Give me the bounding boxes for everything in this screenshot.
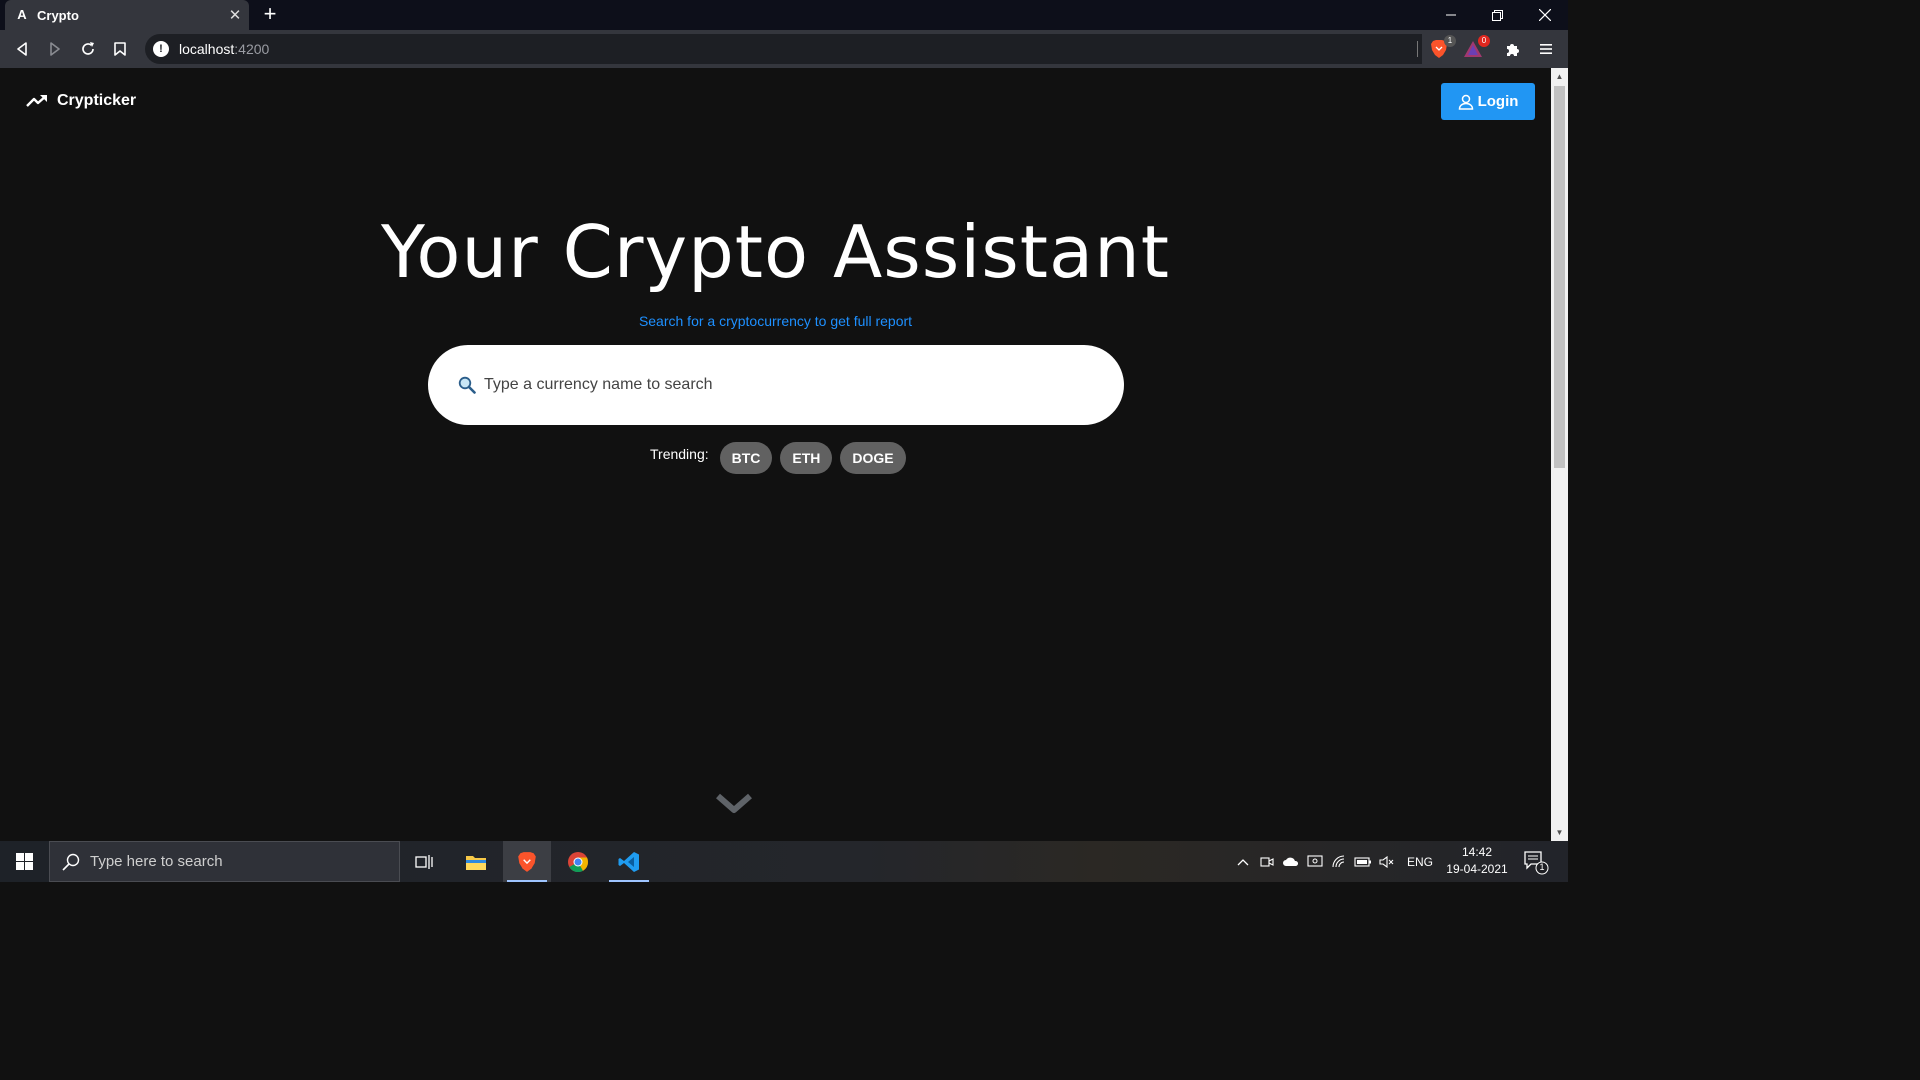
file-explorer-button[interactable] xyxy=(452,841,500,882)
rewards-badge: 0 xyxy=(1478,35,1490,47)
tray-chevron-up-icon[interactable] xyxy=(1231,858,1255,866)
scroll-down-arrow-icon[interactable]: ▼ xyxy=(1555,828,1564,837)
windows-taskbar: Type here to search ENG 14:42 19-04-2021… xyxy=(0,841,1568,882)
browser-tab-strip: A Crypto ✕ + xyxy=(0,0,1568,30)
onedrive-cloud-icon[interactable] xyxy=(1279,856,1303,867)
hamburger-menu-icon xyxy=(1540,44,1552,54)
folder-icon xyxy=(466,855,486,870)
task-view-icon xyxy=(415,854,433,869)
address-bar-divider xyxy=(1417,41,1418,57)
bookmark-button[interactable] xyxy=(108,37,132,61)
brave-lion-icon xyxy=(518,851,536,872)
scrollbar-thumb[interactable] xyxy=(1554,86,1565,468)
minimize-button[interactable] xyxy=(1427,0,1474,30)
magnifier-icon xyxy=(458,376,476,394)
action-center-button[interactable]: 1 xyxy=(1523,849,1549,875)
url-port: :4200 xyxy=(234,41,270,57)
vscode-taskbar-button[interactable] xyxy=(605,841,653,882)
page-scrollbar[interactable]: ▲ ▼ xyxy=(1551,68,1568,841)
notification-count: 1 xyxy=(1539,862,1545,872)
window-controls xyxy=(1427,0,1568,30)
url-host: localhost xyxy=(179,41,235,57)
site-info-icon[interactable]: ! xyxy=(153,41,169,57)
clock-date: 19-04-2021 xyxy=(1446,862,1508,876)
bookmark-icon xyxy=(114,42,126,56)
reload-icon xyxy=(82,42,94,55)
wifi-icon[interactable] xyxy=(1327,855,1351,868)
chrome-taskbar-button[interactable] xyxy=(554,841,602,882)
brand-link[interactable]: Crypticker xyxy=(26,92,136,110)
input-language[interactable]: ENG xyxy=(1399,855,1441,869)
clock-time: 14:42 xyxy=(1461,845,1493,859)
browser-menu-button[interactable] xyxy=(1535,38,1557,60)
trending-label: Trending: xyxy=(650,446,709,462)
currency-search-input[interactable] xyxy=(484,376,1044,394)
login-button[interactable]: Login xyxy=(1441,83,1535,120)
tab-close-icon[interactable]: ✕ xyxy=(227,7,243,24)
trending-chip-doge[interactable]: DOGE xyxy=(840,442,906,474)
trending-chip-eth[interactable]: ETH xyxy=(780,442,833,474)
login-label: Login xyxy=(1477,93,1519,110)
taskbar-search-placeholder: Type here to search xyxy=(90,853,223,870)
tab-title: Crypto xyxy=(37,7,79,23)
brand-name: Crypticker xyxy=(57,92,137,109)
task-view-button[interactable] xyxy=(400,841,448,882)
angular-favicon-icon: A xyxy=(17,7,27,22)
new-tab-button[interactable]: + xyxy=(258,3,282,27)
address-bar[interactable]: ! localhost:4200 xyxy=(145,34,1422,64)
browser-toolbar: ! localhost:4200 1 0 xyxy=(0,30,1568,68)
browser-tab[interactable]: A Crypto ✕ xyxy=(5,0,249,30)
currency-search-box[interactable] xyxy=(428,345,1124,425)
shields-badge: 1 xyxy=(1444,35,1456,47)
meet-now-icon[interactable] xyxy=(1255,856,1279,868)
hero-title: Your Crypto Assistant xyxy=(381,210,1170,294)
battery-icon[interactable] xyxy=(1351,856,1375,867)
active-app-indicator xyxy=(507,880,547,882)
puzzle-icon xyxy=(1507,44,1519,56)
start-button[interactable] xyxy=(0,841,48,882)
extensions-button[interactable] xyxy=(1502,38,1524,60)
forward-button[interactable] xyxy=(43,37,67,61)
vscode-icon xyxy=(618,851,639,872)
brave-taskbar-button[interactable] xyxy=(503,841,551,882)
trending-row: Trending: BTC ETH DOGE xyxy=(650,442,914,474)
back-button[interactable] xyxy=(10,37,34,61)
restore-button[interactable] xyxy=(1474,0,1521,30)
taskbar-search[interactable]: Type here to search xyxy=(49,841,400,882)
search-icon xyxy=(62,853,80,871)
system-tray: ENG xyxy=(1231,841,1441,882)
forward-icon xyxy=(50,42,60,56)
brave-rewards-button[interactable]: 0 xyxy=(1462,35,1490,60)
trending-up-icon xyxy=(26,95,47,107)
close-window-button[interactable] xyxy=(1521,0,1568,30)
web-page: Crypticker Login Your Crypto Assistant S… xyxy=(0,68,1551,841)
hero-subtitle: Search for a cryptocurrency to get full … xyxy=(638,313,913,329)
user-icon xyxy=(1458,94,1473,110)
brave-shields-button[interactable]: 1 xyxy=(1428,35,1456,60)
windows-logo-icon xyxy=(15,853,33,870)
taskbar-clock[interactable]: 14:42 19-04-2021 xyxy=(1440,844,1514,878)
back-icon xyxy=(17,42,27,56)
display-settings-icon[interactable] xyxy=(1303,854,1327,869)
running-app-indicator xyxy=(609,880,649,882)
chrome-icon xyxy=(568,851,589,872)
speaker-muted-icon[interactable] xyxy=(1375,855,1399,868)
scroll-down-chevron-icon[interactable] xyxy=(714,790,754,820)
reload-button[interactable] xyxy=(76,37,100,61)
scroll-up-arrow-icon[interactable]: ▲ xyxy=(1555,72,1564,81)
trending-chip-btc[interactable]: BTC xyxy=(719,442,773,474)
